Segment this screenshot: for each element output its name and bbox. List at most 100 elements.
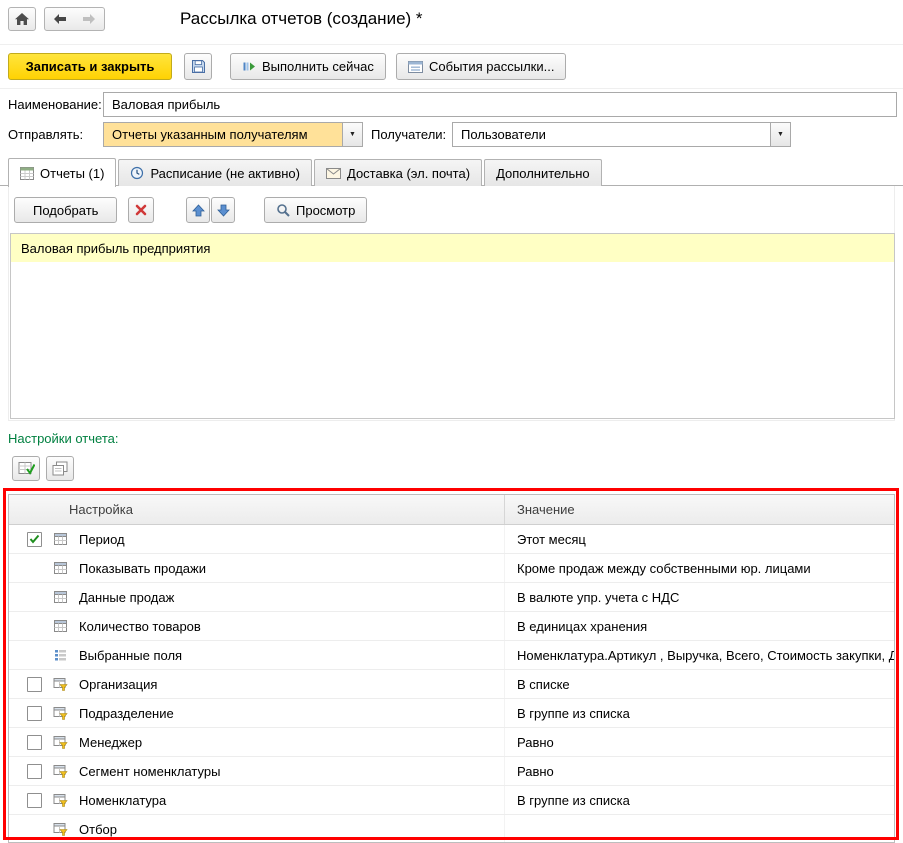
filter-icon [53, 706, 68, 720]
page-title: Рассылка отчетов (создание) * [180, 9, 423, 28]
magnifier-icon [276, 203, 290, 217]
settings-table-row[interactable]: Количество товаров В единицах хранения [9, 612, 894, 641]
column-header-setting: Настройка [69, 502, 133, 517]
settings-table-row[interactable]: Данные продаж В валюте упр. учета с НДС [9, 583, 894, 612]
setting-icon-cell [53, 728, 79, 756]
setting-name: Сегмент номенклатуры [79, 763, 221, 779]
report-list[interactable]: Валовая прибыль предприятия [10, 233, 895, 419]
filter-icon [53, 735, 68, 749]
column-header-value: Значение [504, 495, 894, 524]
delivery-icon [326, 167, 341, 179]
tab-schedule[interactable]: Расписание (не активно) [118, 159, 312, 186]
send-mode-select[interactable]: Отчеты указанным получателям ▼ [103, 122, 363, 147]
schedule-icon [130, 166, 144, 180]
tab-label: Расписание (не активно) [150, 165, 300, 181]
settings-table-row[interactable]: Менеджер Равно [9, 728, 894, 757]
setting-icon-cell [53, 612, 79, 640]
checkbox-cell [9, 670, 53, 698]
checkbox-cell [9, 583, 53, 611]
send-mode-dropdown-button[interactable]: ▼ [342, 123, 362, 146]
filter-icon [53, 764, 68, 778]
setting-checkbox-unchecked[interactable] [27, 792, 42, 808]
settings-table-row[interactable]: Сегмент номенклатуры Равно [9, 757, 894, 786]
setting-checkbox-unchecked[interactable] [27, 734, 42, 750]
setting-value[interactable]: В группе из списка [504, 786, 894, 814]
name-input[interactable] [103, 92, 897, 117]
mailing-events-button[interactable]: События рассылки... [396, 53, 567, 80]
setting-checkbox-checked[interactable] [27, 531, 42, 547]
setting-name: Период [79, 531, 125, 547]
forward-arrow-icon [81, 13, 97, 25]
parameter-icon [53, 532, 68, 546]
setting-value[interactable]: В валюте упр. учета с НДС [504, 583, 894, 611]
settings-edit-icon [18, 461, 35, 476]
run-now-button[interactable]: Выполнить сейчас [230, 53, 386, 80]
setting-name: Подразделение [79, 705, 174, 721]
settings-table-row[interactable]: Период Этот месяц [9, 525, 894, 554]
setting-value[interactable]: В группе из списка [504, 699, 894, 727]
home-button[interactable] [8, 7, 36, 31]
checkbox-cell [9, 612, 53, 640]
setting-value[interactable] [504, 815, 894, 842]
copy-settings-button[interactable] [46, 456, 74, 481]
edit-settings-button[interactable] [12, 456, 40, 481]
separator [0, 88, 903, 89]
settings-copy-icon [52, 461, 68, 476]
move-down-button[interactable] [211, 197, 235, 223]
fields-icon [53, 648, 68, 662]
recipients-dropdown-button[interactable]: ▼ [770, 123, 790, 146]
setting-value[interactable]: Этот месяц [504, 525, 894, 553]
tab-reports[interactable]: Отчеты (1) [8, 158, 117, 187]
checkbox-cell [9, 641, 53, 669]
parameter-icon [53, 619, 68, 633]
settings-table-row[interactable]: Подразделение В группе из списка [9, 699, 894, 728]
forward-button[interactable] [74, 7, 105, 31]
setting-icon-cell [53, 815, 79, 842]
setting-name: Менеджер [79, 734, 143, 750]
report-settings-label: Настройки отчета: [8, 431, 119, 446]
setting-value[interactable]: Номенклатура.Артикул , Выручка, Всего, С… [504, 641, 894, 669]
settings-table-row[interactable]: Показывать продажи Кроме продаж между соб… [9, 554, 894, 583]
setting-value[interactable]: Кроме продаж между собственными юр. лица… [504, 554, 894, 582]
arrow-down-icon [216, 204, 230, 217]
save-button[interactable] [184, 53, 212, 80]
preview-button[interactable]: Просмотр [264, 197, 368, 223]
setting-icon-cell [53, 670, 79, 698]
tab-label: Дополнительно [496, 165, 590, 181]
delete-button[interactable] [128, 197, 154, 223]
chevron-down-icon: ▼ [349, 131, 356, 138]
tab-delivery[interactable]: Доставка (эл. почта) [314, 159, 483, 186]
tab-label: Доставка (эл. почта) [347, 165, 471, 181]
back-arrow-icon [52, 13, 68, 25]
arrow-up-icon [191, 203, 205, 217]
setting-value[interactable]: В единицах хранения [504, 612, 894, 640]
setting-value[interactable]: Равно [504, 757, 894, 785]
tab-bar: Отчеты (1) Расписание (не активно) Доставк… [8, 158, 602, 187]
setting-checkbox-unchecked[interactable] [27, 763, 42, 779]
setting-value[interactable]: В списке [504, 670, 894, 698]
report-list-item[interactable]: Валовая прибыль предприятия [11, 234, 894, 262]
save-and-close-button[interactable]: Записать и закрыть [8, 53, 172, 80]
setting-icon-cell [53, 525, 79, 553]
settings-table-row[interactable]: Отбор [9, 815, 894, 842]
pick-button[interactable]: Подобрать [14, 197, 118, 223]
setting-name: Данные продаж [79, 589, 175, 605]
setting-value[interactable]: Равно [504, 728, 894, 756]
run-now-label: Выполнить сейчас [262, 59, 374, 74]
setting-icon-cell [53, 554, 79, 582]
settings-table-row[interactable]: Выбранные поля Номенклатура.Артикул , Выр… [9, 641, 894, 670]
send-mode-value: Отчеты указанным получателям [112, 127, 308, 142]
back-button[interactable] [44, 7, 75, 31]
recipients-select[interactable]: Пользователи ▼ [452, 122, 791, 147]
checkbox-cell [9, 815, 53, 842]
setting-name: Показывать продажи [79, 560, 206, 576]
settings-table-body: Период Этот месяц Показывать продажи Кроме … [9, 525, 894, 842]
setting-checkbox-unchecked[interactable] [27, 705, 42, 721]
settings-table-row[interactable]: Организация В списке [9, 670, 894, 699]
move-up-button[interactable] [186, 197, 210, 223]
setting-checkbox-unchecked[interactable] [27, 676, 42, 692]
setting-icon-cell [53, 699, 79, 727]
tab-more[interactable]: Дополнительно [484, 159, 602, 186]
filter-icon [53, 822, 68, 836]
settings-table-row[interactable]: Номенклатура В группе из списка [9, 786, 894, 815]
